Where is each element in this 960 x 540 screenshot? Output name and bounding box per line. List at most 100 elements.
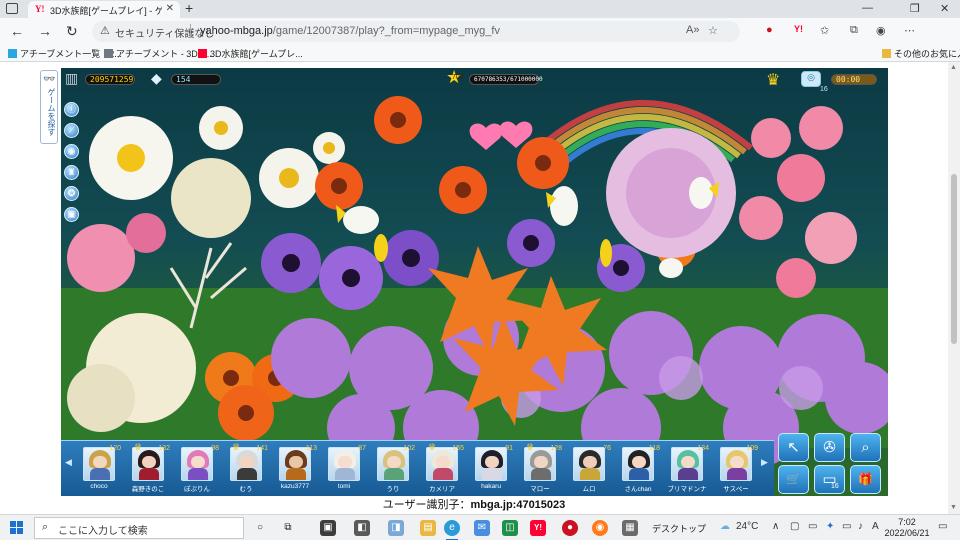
app-icon-2[interactable]: ◧ [354, 520, 370, 536]
tank-icon[interactable]: ◎ [801, 71, 821, 87]
profile-icon[interactable]: ◉ [876, 24, 886, 37]
weather-icon[interactable]: ☁ [720, 521, 730, 532]
heart-left [469, 123, 503, 150]
avatar-portrait [573, 447, 605, 481]
minimize-button[interactable]: — [862, 2, 873, 14]
friend-avatar-bar: ◀ ▶ 120 choco ♛ 132 森野きのこ 98 ぽぷりん ♛ 141 むう 113 kazu… [61, 440, 774, 496]
notification-icon[interactable]: ▭ [938, 521, 947, 532]
read-aloud-icon[interactable]: A» [686, 24, 699, 36]
windows-start-icon[interactable] [10, 521, 23, 534]
volume-icon[interactable]: ♪ [858, 521, 863, 532]
gift-box-icon[interactable]: ▣ [64, 207, 79, 222]
avatar-level: 128 [550, 445, 562, 452]
friend-avatar[interactable]: 87 tomi [322, 445, 366, 495]
scroll-up-icon[interactable]: ▲ [950, 64, 957, 71]
friend-avatar[interactable]: ♛ 128 マロー [518, 442, 562, 495]
new-tab-button[interactable]: + [185, 0, 193, 16]
tray-chevron-icon[interactable]: ∧ [772, 521, 779, 532]
app-icon-3[interactable]: ◨ [388, 520, 404, 536]
yahoo-icon[interactable]: Y! [530, 520, 546, 536]
tab-actions-icon[interactable] [6, 3, 18, 14]
info-icon[interactable]: ⓘ [64, 102, 79, 117]
find-game-tab[interactable]: 👓 ゲームを探す [40, 70, 58, 144]
cortana-icon[interactable]: ○ [252, 520, 268, 536]
avatar-outfit [237, 468, 257, 480]
avatar-level: 134 [697, 445, 709, 452]
bookmark-3[interactable]: 3D水族館[ゲームプレ... [198, 47, 303, 60]
friend-avatar[interactable]: 113 kazu3777 [273, 445, 317, 495]
gem-counter: 154 [171, 74, 221, 85]
avatar-face [289, 456, 303, 468]
friend-avatar[interactable]: 118 さんchan [616, 445, 660, 495]
more-icon[interactable]: ⋯ [904, 24, 915, 37]
scroll-left-icon[interactable]: ◀ [65, 457, 73, 468]
cursor-icon[interactable]: ↖ [778, 433, 809, 462]
tray-window-icon[interactable]: ▭ [808, 521, 817, 532]
back-icon[interactable]: ← [10, 23, 24, 39]
dropbox-icon[interactable]: ✦ [826, 521, 834, 532]
friend-avatar[interactable]: 102 うり [371, 445, 415, 495]
medal-icon[interactable]: ✪ [64, 186, 79, 201]
collections-icon[interactable]: ⧉ [850, 24, 858, 37]
favorites-bar: アチーブメント一覧（2... アチーブメント - 3D水... 3D水族館[ゲー… [0, 44, 960, 62]
other-favorites[interactable]: その他のお気に入り [882, 47, 960, 60]
avatar-portrait [83, 447, 115, 481]
tray-app-icon[interactable]: ▢ [790, 521, 799, 532]
taskbar-search[interactable]: ⌕ ここに入力して検索 [34, 517, 244, 539]
magnifier-icon[interactable]: ⌕ [850, 433, 881, 462]
mail-icon[interactable]: ✉ [474, 520, 490, 536]
app-icon-6[interactable]: ▦ [622, 520, 638, 536]
address-bar[interactable]: ⚠ セキュリティ保護なし yahoo-mbga.jp/game/12007387… [92, 21, 740, 42]
eye-icon[interactable]: ◉ [64, 144, 79, 159]
file-explorer-icon[interactable]: ▤ [420, 520, 436, 536]
edge-icon[interactable]: e [444, 520, 460, 536]
network-icon[interactable]: ▭ [842, 521, 851, 532]
browser-tab-strip: Y! 3D水族館[ゲームプレイ] - ゲームならY ✕ + — ❐ ✕ [0, 0, 960, 18]
desktop-toolbar[interactable]: デスクトップ [652, 522, 706, 535]
scroll-right-icon[interactable]: ▶ [761, 457, 769, 468]
avatar-level: 109 [746, 445, 758, 452]
scroll-thumb[interactable] [951, 174, 957, 344]
friend-avatar[interactable]: 134 ブリマドンナ [665, 445, 710, 495]
yahoo-extension-icon[interactable]: Y! [794, 24, 803, 34]
gift-icon[interactable]: 🎁 [850, 465, 881, 494]
trophy-icon[interactable]: ♜ [64, 165, 79, 180]
clock[interactable]: 7:02 2022/06/21 [884, 517, 930, 539]
fishing-rod-icon[interactable]: ⟋ [64, 123, 79, 138]
cart-icon[interactable]: 🛒 [778, 465, 809, 494]
aquarium-flower-scene[interactable] [61, 68, 888, 496]
favorites-icon[interactable]: ✩ [820, 24, 829, 37]
temperature[interactable]: 24°C [736, 521, 758, 532]
tab-close-icon[interactable]: ✕ [166, 3, 174, 14]
window-close-button[interactable]: ✕ [940, 2, 949, 15]
forward-icon[interactable]: → [38, 23, 52, 39]
task-view-icon[interactable]: ⧉ [280, 520, 296, 536]
friend-avatar[interactable]: 76 ムロ [567, 445, 611, 495]
warning-icon[interactable]: ⚠ [100, 24, 110, 37]
crown-icon[interactable]: ♛ [766, 70, 780, 90]
ime-indicator[interactable]: A [872, 521, 879, 532]
page-scrollbar[interactable]: ▲ ▼ [948, 62, 960, 514]
app-icon-1[interactable]: ▣ [320, 520, 336, 536]
friend-avatar[interactable]: 109 サスペー [714, 445, 758, 495]
friend-avatar[interactable]: 98 ぽぷりん [175, 445, 219, 495]
friend-avatar[interactable]: ♛ 141 むう [224, 442, 268, 495]
game-canvas[interactable]: ▥ 209571259 ◆ 154 ★ 706 670786353/671000… [61, 68, 888, 496]
extension-icon[interactable]: ● [766, 24, 773, 36]
restore-button[interactable]: ❐ [910, 2, 920, 15]
friend-avatar[interactable]: ♛ 155 カメリア [420, 442, 464, 495]
add-favorite-icon[interactable]: ☆ [708, 24, 718, 37]
avatar-name: 森野きのこ [131, 486, 165, 493]
window-icon[interactable]: ▭ [814, 465, 845, 494]
url-text[interactable]: yahoo-mbga.jp/game/12007387/play?_from=m… [200, 25, 500, 37]
friend-avatar[interactable]: 120 choco [77, 445, 121, 495]
app-icon-4[interactable]: ◫ [502, 520, 518, 536]
friend-avatar[interactable]: 91 hakaru [469, 445, 513, 495]
friend-avatar[interactable]: ♛ 132 森野きのこ [126, 442, 170, 495]
film-reel-icon[interactable]: ✇ [814, 433, 845, 462]
firefox-icon[interactable]: ◉ [592, 520, 608, 536]
refresh-icon[interactable]: ↻ [66, 23, 78, 40]
browser-tab[interactable]: Y! 3D水族館[ゲームプレイ] - ゲームならY ✕ [28, 1, 180, 18]
app-icon-5[interactable]: ● [562, 520, 578, 536]
scroll-down-icon[interactable]: ▼ [950, 504, 957, 511]
